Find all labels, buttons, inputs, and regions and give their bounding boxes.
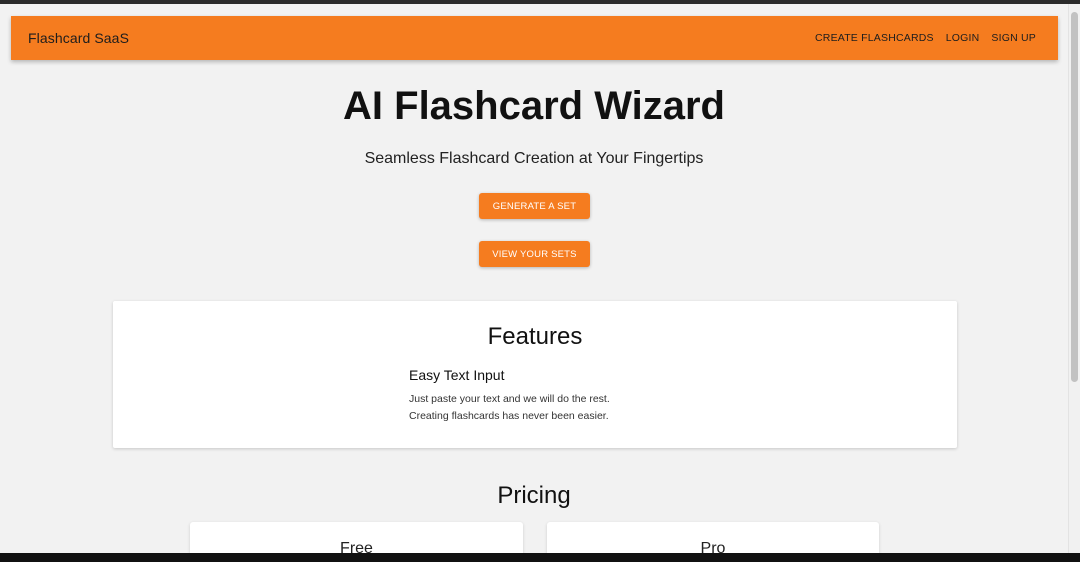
- feature-item: Easy Text Input Just paste your text and…: [409, 367, 749, 425]
- pricing-card-pro: Pro: [547, 522, 879, 553]
- plan-name-free: Free: [340, 540, 373, 553]
- pricing-heading: Pricing: [497, 482, 571, 509]
- features-heading: Features: [487, 323, 583, 350]
- feature-description-line2: Creating flashcards has never been easie…: [409, 410, 609, 422]
- hero-title: AI Flashcard Wizard: [343, 84, 725, 128]
- window-bottom-border: [0, 553, 1080, 562]
- view-sets-button[interactable]: VIEW YOUR SETS: [479, 241, 590, 267]
- page-viewport: Flashcard SaaS CREATE FLASHCARDS LOGIN S…: [0, 4, 1080, 553]
- nav-sign-up[interactable]: SIGN UP: [991, 32, 1036, 44]
- feature-title: Easy Text Input: [409, 367, 505, 383]
- app-bar: Flashcard SaaS CREATE FLASHCARDS LOGIN S…: [11, 16, 1058, 60]
- plan-name-pro: Pro: [700, 540, 726, 553]
- pricing-card-free: Free: [190, 522, 523, 553]
- hero-subtitle: Seamless Flashcard Creation at Your Fing…: [364, 150, 704, 167]
- features-card: Features Easy Text Input Just paste your…: [113, 301, 957, 448]
- vertical-scrollbar[interactable]: [1068, 4, 1080, 553]
- nav-login[interactable]: LOGIN: [946, 32, 980, 44]
- nav-links: CREATE FLASHCARDS LOGIN SIGN UP: [815, 32, 1036, 44]
- generate-set-button[interactable]: GENERATE A SET: [479, 193, 590, 219]
- nav-create-flashcards[interactable]: CREATE FLASHCARDS: [815, 32, 934, 44]
- feature-description-line1: Just paste your text and we will do the …: [409, 393, 610, 405]
- brand-title[interactable]: Flashcard SaaS: [28, 30, 129, 46]
- scrollbar-thumb[interactable]: [1071, 12, 1078, 382]
